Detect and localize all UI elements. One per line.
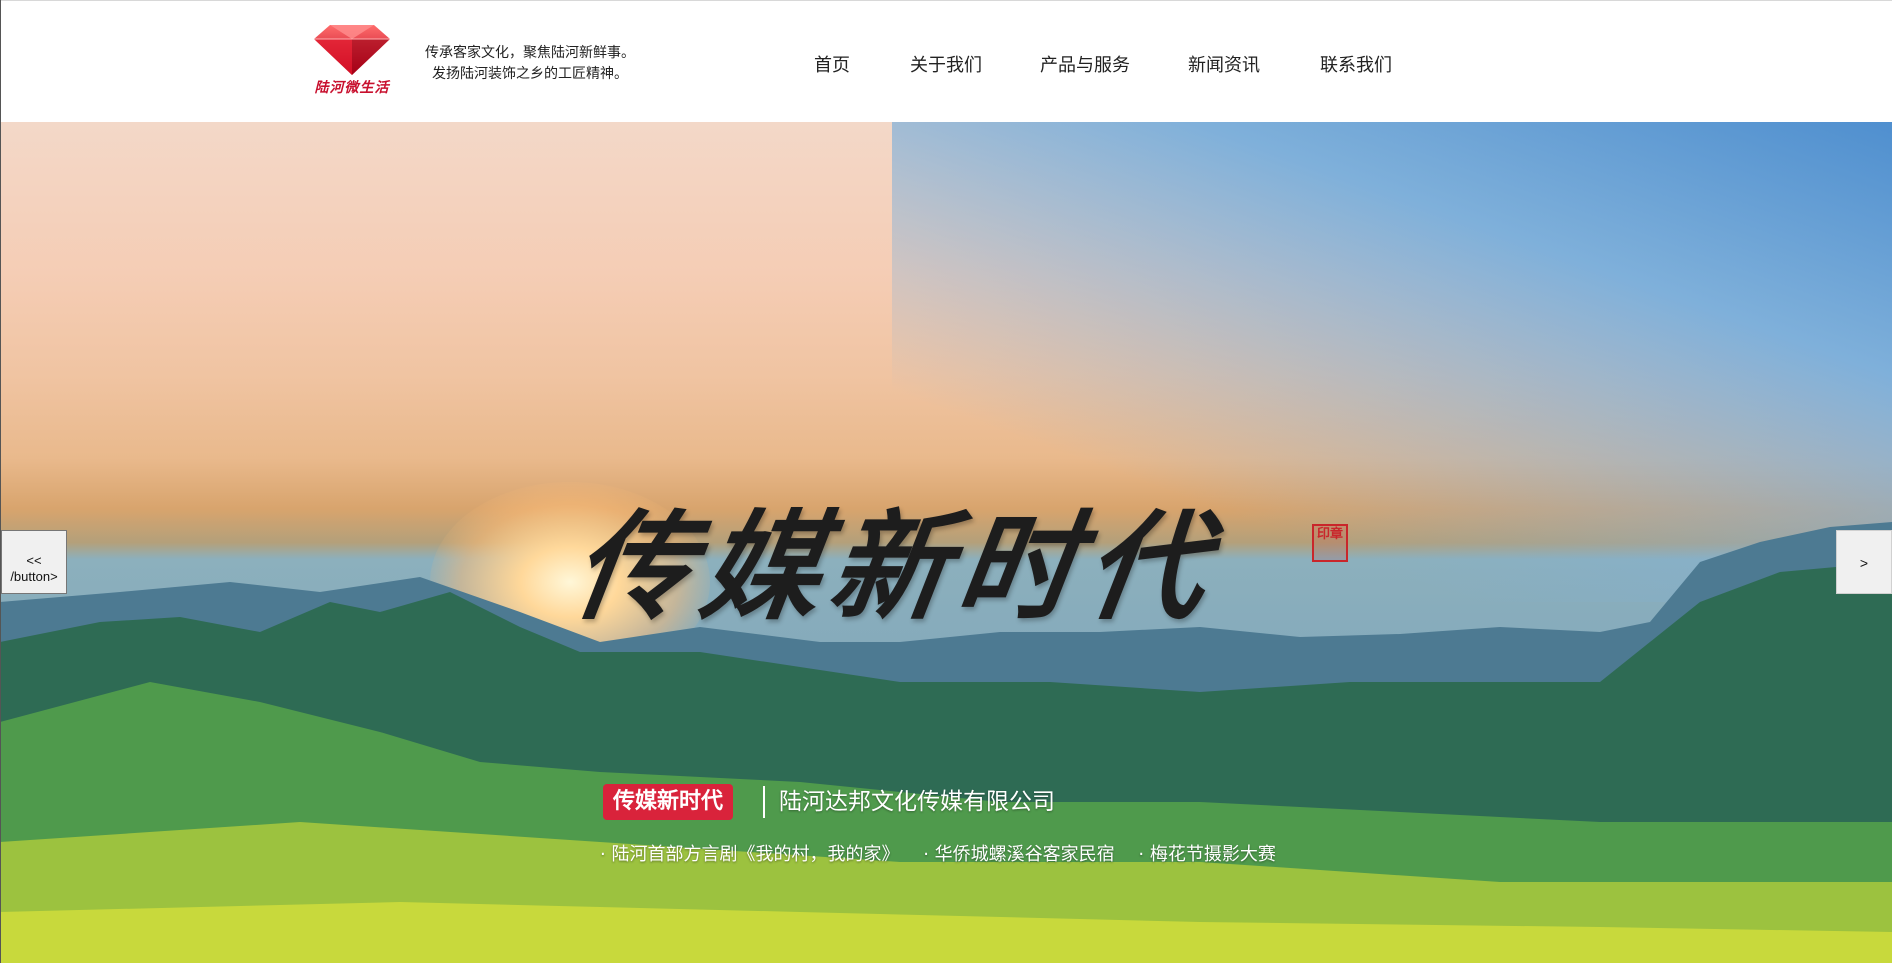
carousel-prev-button[interactable]: << /button> bbox=[1, 530, 67, 594]
highlight-item: · 陆河首部方言剧《我的村，我的家》 bbox=[600, 844, 900, 865]
nav-home[interactable]: 首页 bbox=[814, 51, 850, 77]
tagline-badge: 传媒新时代 bbox=[603, 784, 734, 820]
hero-banner: 传媒新时代 印章 传媒新时代 陆河达邦文化传媒有限公司 · 陆河首部方言剧《我的… bbox=[0, 122, 1892, 963]
window-left-edge bbox=[0, 0, 1, 963]
slogan-line-2: 发扬陆河装饰之乡的工匠精神。 bbox=[432, 66, 628, 82]
logo-text: 陆河微生活 bbox=[314, 80, 390, 96]
nav-news[interactable]: 新闻资讯 bbox=[1188, 51, 1260, 77]
highlight-item: · 华侨城螺溪谷客家民宿 bbox=[923, 844, 1115, 865]
slogan-line-1: 传承客家文化，聚焦陆河新鲜事。 bbox=[425, 45, 635, 61]
site-header: 陆河微生活 传承客家文化，聚焦陆河新鲜事。 发扬陆河装饰之乡的工匠精神。 首页 … bbox=[0, 0, 1892, 122]
company-name: 陆河达邦文化传媒有限公司 bbox=[779, 789, 1055, 815]
site-logo[interactable]: 陆河微生活 bbox=[310, 21, 394, 101]
ruby-gem-icon bbox=[314, 25, 390, 75]
nav-about[interactable]: 关于我们 bbox=[910, 51, 982, 77]
tagline-divider bbox=[763, 786, 765, 818]
hero-calligraphy-title: 传媒新时代 bbox=[565, 497, 1225, 636]
highlight-item: · 梅花节摄影大赛 bbox=[1138, 844, 1276, 865]
slogan: 传承客家文化，聚焦陆河新鲜事。 发扬陆河装饰之乡的工匠精神。 bbox=[410, 43, 650, 85]
red-seal-stamp: 印章 bbox=[1312, 524, 1348, 562]
hero-highlights: · 陆河首部方言剧《我的村，我的家》 · 华侨城螺溪谷客家民宿 · 梅花节摄影大… bbox=[600, 840, 1294, 866]
carousel-next-button[interactable]: > bbox=[1836, 530, 1892, 594]
nav-contact[interactable]: 联系我们 bbox=[1320, 51, 1392, 77]
nav-products[interactable]: 产品与服务 bbox=[1040, 51, 1130, 77]
